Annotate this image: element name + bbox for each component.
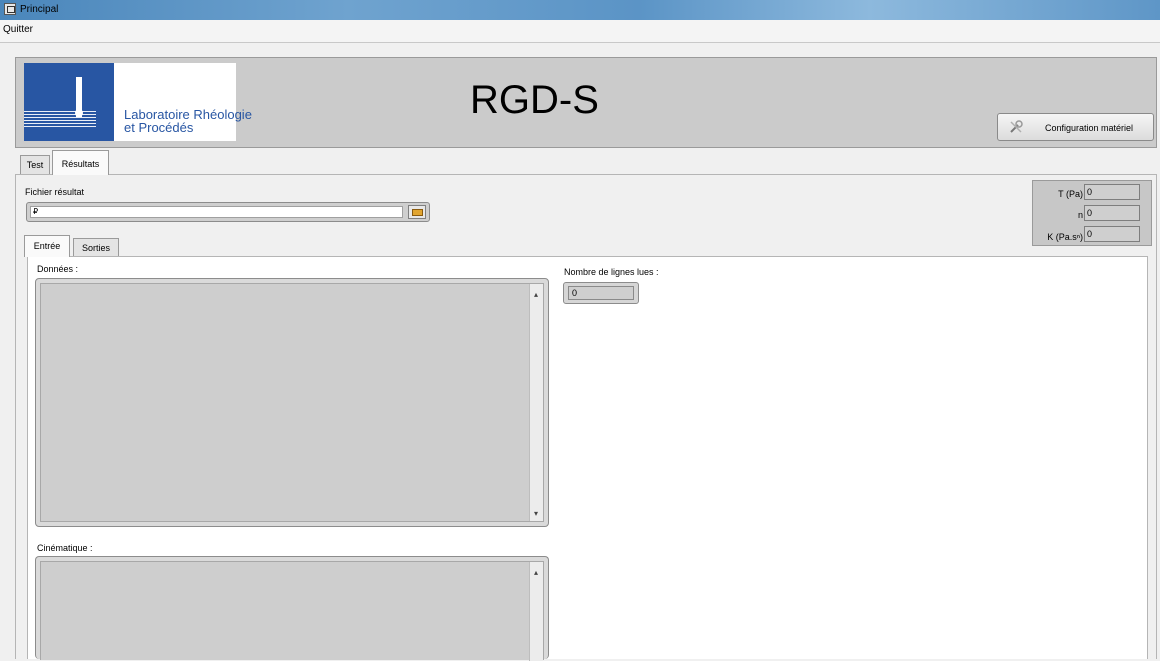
donnees-textarea[interactable]: ▴ ▾ <box>40 283 544 522</box>
tab-entree[interactable]: Entrée <box>24 235 70 257</box>
browse-button[interactable] <box>408 205 426 219</box>
tab-sorties-label: Sorties <box>81 243 110 253</box>
donnees-scrollbar[interactable]: ▴ ▾ <box>529 284 543 521</box>
tab-resultats-label: Résultats <box>61 159 100 169</box>
param-n-label: n <box>1077 210 1083 220</box>
scroll-down-icon[interactable]: ▾ <box>534 509 538 518</box>
results-file-control: ₽ <box>26 202 430 222</box>
param-k-label: K (Pa.sⁿ) <box>1047 232 1083 242</box>
tab-resultats[interactable]: Résultats <box>52 150 109 175</box>
results-file-path-input[interactable]: ₽ <box>30 206 403 218</box>
donnees-label: Données : <box>37 264 79 274</box>
param-t-value[interactable]: 0 <box>1084 184 1140 200</box>
lines-read-box: 0 <box>563 282 639 304</box>
cinematique-textarea[interactable]: ▴ <box>40 561 544 661</box>
logo-emblem <box>24 63 114 141</box>
folder-icon <box>412 209 423 216</box>
scroll-up-icon[interactable]: ▴ <box>534 568 538 577</box>
param-k-value[interactable]: 0 <box>1084 226 1140 242</box>
tab-sorties[interactable]: Sorties <box>73 238 119 257</box>
tools-icon <box>1010 120 1023 133</box>
cinematique-box: ▴ <box>35 556 549 661</box>
cinematique-scrollbar[interactable]: ▴ <box>529 562 543 661</box>
param-n-value[interactable]: 0 <box>1084 205 1140 221</box>
configuration-button[interactable]: Configuration matériel <box>997 113 1154 141</box>
tab-test[interactable]: Test <box>20 155 50 174</box>
app-title: RGD-S <box>470 78 599 122</box>
menu-item-quit[interactable]: Quitter <box>3 24 33 35</box>
tab-entree-label: Entrée <box>33 241 61 251</box>
results-file-label: Fichier résultat <box>25 187 85 197</box>
path-icon: ₽ <box>33 207 39 216</box>
app-icon <box>4 3 16 15</box>
lines-read-label: Nombre de lignes lues : <box>564 267 659 277</box>
donnees-box: ▴ ▾ <box>35 278 549 527</box>
tab-test-label: Test <box>26 160 44 170</box>
results-parameters: T (Pa) 0 n 0 K (Pa.sⁿ) 0 <box>1032 180 1152 246</box>
menu-bar: Quitter <box>0 20 1160 43</box>
title-bar: Principal <box>0 0 1160 20</box>
logo-dot <box>75 109 83 117</box>
lines-read-value: 0 <box>568 286 634 300</box>
window-title: Principal <box>20 4 59 15</box>
configuration-button-label: Configuration matériel <box>1045 123 1134 133</box>
scroll-up-icon[interactable]: ▴ <box>534 290 538 299</box>
lab-logo: Laboratoire Rhéologie et Procédés <box>24 63 252 141</box>
logo-text-line2: et Procédés <box>124 120 194 135</box>
cinematique-label: Cinématique : <box>37 543 93 553</box>
param-t-label: T (Pa) <box>1058 189 1083 199</box>
